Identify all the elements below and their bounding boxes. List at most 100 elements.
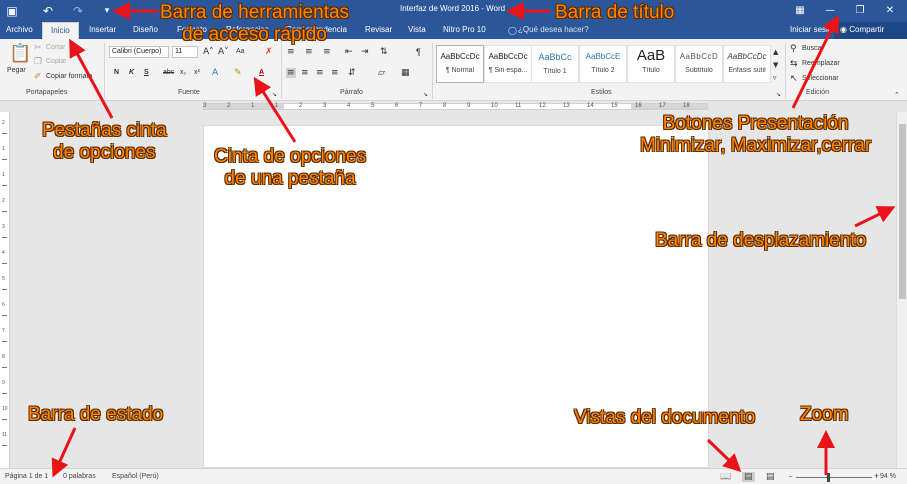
language-status[interactable]: Español (Perú) — [112, 473, 159, 480]
window-title: Interfaz de Word 2016 - Word — [400, 4, 506, 13]
shrink-font-icon[interactable]: A˅ — [218, 47, 229, 57]
styles-dialog-launcher-icon[interactable]: ↘ — [776, 90, 781, 100]
justify-icon[interactable]: ≡ — [331, 68, 339, 78]
tab-insertar[interactable]: Insertar — [89, 25, 116, 34]
tab-nitro[interactable]: Nitro Pro 10 — [443, 25, 486, 34]
tab-inicio[interactable]: Inicio — [42, 22, 79, 39]
borders-icon[interactable]: ▦ — [401, 68, 410, 78]
zoom-slider[interactable] — [796, 477, 872, 478]
word-count[interactable]: 0 palabras — [63, 473, 96, 480]
ruler-number: 12 — [539, 103, 546, 109]
align-right-icon[interactable]: ≡ — [316, 68, 324, 78]
style-no-spacing[interactable]: AaBbCcDc ¶ Sin espa... — [484, 45, 532, 83]
horizontal-ruler[interactable]: 3 2 1 1 2 3 4 5 6 7 8 9 10 11 12 13 14 15 16 17 18 — [0, 101, 907, 111]
style-heading-1[interactable]: AaBbCc Título 1 — [531, 45, 579, 83]
zoom-out-button[interactable]: - — [789, 471, 792, 481]
styles-scroll-up-icon[interactable]: ▲ — [773, 47, 778, 57]
style-sample: AaBbCcE — [585, 52, 621, 61]
minimize-icon[interactable]: — — [816, 2, 844, 20]
tell-me-box[interactable]: ¿Qué desea hacer? — [518, 25, 589, 34]
font-size-select[interactable]: 11 — [172, 46, 198, 58]
group-divider — [432, 43, 433, 99]
save-icon[interactable]: ▣ — [4, 3, 20, 19]
copy-icon: ❐ — [34, 57, 43, 67]
superscript-button[interactable]: x² — [194, 69, 200, 76]
ribbon: 📋 Pegar ✂ Cortar ❐ Copiar ✐ Copiar forma… — [0, 39, 907, 101]
paste-icon[interactable]: 📋 — [9, 45, 31, 63]
multilevel-list-icon[interactable]: ≡ — [323, 47, 331, 57]
ruler-tick — [2, 445, 7, 446]
style-heading-2[interactable]: AaBbCcE Título 2 — [579, 45, 627, 83]
select-button[interactable]: Seleccionar — [802, 75, 839, 82]
ribbon-display-icon[interactable]: ▦ — [786, 2, 814, 20]
close-icon[interactable]: ✕ — [876, 2, 904, 20]
vertical-ruler[interactable]: 2 1 1 2 3 4 5 6 7 8 9 10 11 — [0, 112, 10, 468]
customize-icon[interactable]: ▾ — [99, 3, 115, 19]
web-layout-icon[interactable]: ▤ — [766, 472, 775, 482]
numbering-icon[interactable]: ≡ — [305, 47, 313, 57]
vertical-scrollbar[interactable] — [896, 112, 907, 468]
change-case-button[interactable]: Aa — [236, 48, 245, 55]
increase-indent-icon[interactable]: ⇥ — [361, 47, 369, 57]
format-painter-button[interactable]: Copiar formato — [46, 73, 92, 80]
undo-icon[interactable]: ↶ — [40, 3, 56, 19]
share-button[interactable]: ◉ Compartir — [834, 22, 907, 39]
font-color-button[interactable]: A — [259, 69, 264, 76]
styles-scroll-down-icon[interactable]: ▼ — [773, 60, 778, 70]
line-spacing-icon[interactable]: ⇵ — [348, 68, 356, 78]
show-marks-button[interactable]: ¶ — [416, 47, 421, 57]
clear-formatting-icon[interactable]: ✗ — [265, 47, 273, 57]
ruler-number: 6 — [395, 103, 399, 109]
copy-button[interactable]: Copiar — [46, 58, 67, 65]
redo-icon[interactable]: ↷ — [70, 3, 86, 19]
page-count[interactable]: Página 1 de 1 — [5, 473, 48, 480]
ruler-tick — [2, 315, 7, 316]
shading-icon[interactable]: ▱ — [378, 68, 385, 78]
zoom-level[interactable]: 94 % — [880, 473, 896, 480]
styles-more-icon[interactable]: ▿ — [773, 73, 777, 83]
subscript-button[interactable]: x₂ — [180, 69, 186, 76]
style-title[interactable]: AaB Título — [627, 45, 675, 83]
zoom-slider-thumb[interactable] — [827, 473, 830, 482]
align-left-icon[interactable]: ≡ — [286, 68, 296, 78]
print-layout-icon[interactable]: ▤ — [742, 472, 755, 482]
cut-button[interactable]: Cortar — [46, 44, 65, 51]
tab-diseno[interactable]: Diseño — [133, 25, 158, 34]
italic-button[interactable]: K — [129, 69, 134, 76]
tab-revisar[interactable]: Revisar — [365, 25, 392, 34]
bullets-icon[interactable]: ≡ — [287, 47, 295, 57]
style-subtitle[interactable]: AaBbCcD Subtítulo — [675, 45, 723, 83]
ruler-number: 8 — [2, 354, 5, 360]
style-sample: AaBbCcD — [679, 52, 719, 61]
tab-vista[interactable]: Vista — [408, 25, 426, 34]
paragraph-group-label: Párrafo — [340, 89, 363, 96]
bold-button[interactable]: N — [114, 69, 119, 76]
font-name-select[interactable]: Calibri (Cuerpo) — [109, 46, 169, 58]
paste-button[interactable]: Pegar — [7, 67, 26, 74]
zoom-in-button[interactable]: + — [874, 471, 879, 481]
text-effects-icon[interactable]: A — [212, 68, 218, 78]
underline-button[interactable]: S — [144, 69, 149, 76]
style-normal[interactable]: AaBbCcDc ¶ Normal — [436, 45, 484, 83]
paragraph-dialog-launcher-icon[interactable]: ↘ — [423, 90, 428, 100]
replace-button[interactable]: Reemplazar — [802, 60, 840, 67]
find-button[interactable]: Buscar — [802, 45, 824, 52]
style-name: Subtítulo — [685, 67, 713, 74]
grow-font-icon[interactable]: A˄ — [203, 47, 214, 57]
sort-icon[interactable]: ⇅ — [380, 47, 388, 57]
font-dialog-launcher-icon[interactable]: ↘ — [272, 90, 277, 100]
read-mode-icon[interactable]: 📖 — [720, 472, 731, 482]
collapse-ribbon-icon[interactable]: ⌃ — [894, 90, 900, 100]
highlight-icon[interactable]: ✎ — [234, 68, 242, 78]
strikethrough-button[interactable]: abc — [163, 69, 174, 76]
restore-icon[interactable]: ❐ — [846, 2, 874, 20]
ruler-number: 2 — [227, 103, 231, 109]
scroll-thumb[interactable] — [899, 124, 906, 299]
sign-in-link[interactable]: Iniciar sesión — [790, 25, 837, 34]
style-name: Título 2 — [591, 67, 615, 74]
font-group-label: Fuente — [178, 89, 200, 96]
decrease-indent-icon[interactable]: ⇤ — [345, 47, 353, 57]
style-subtle-emphasis[interactable]: AaBbCcDc Énfasis sutil — [723, 45, 771, 83]
align-center-icon[interactable]: ≡ — [301, 68, 309, 78]
tab-archivo[interactable]: Archivo — [6, 25, 33, 34]
